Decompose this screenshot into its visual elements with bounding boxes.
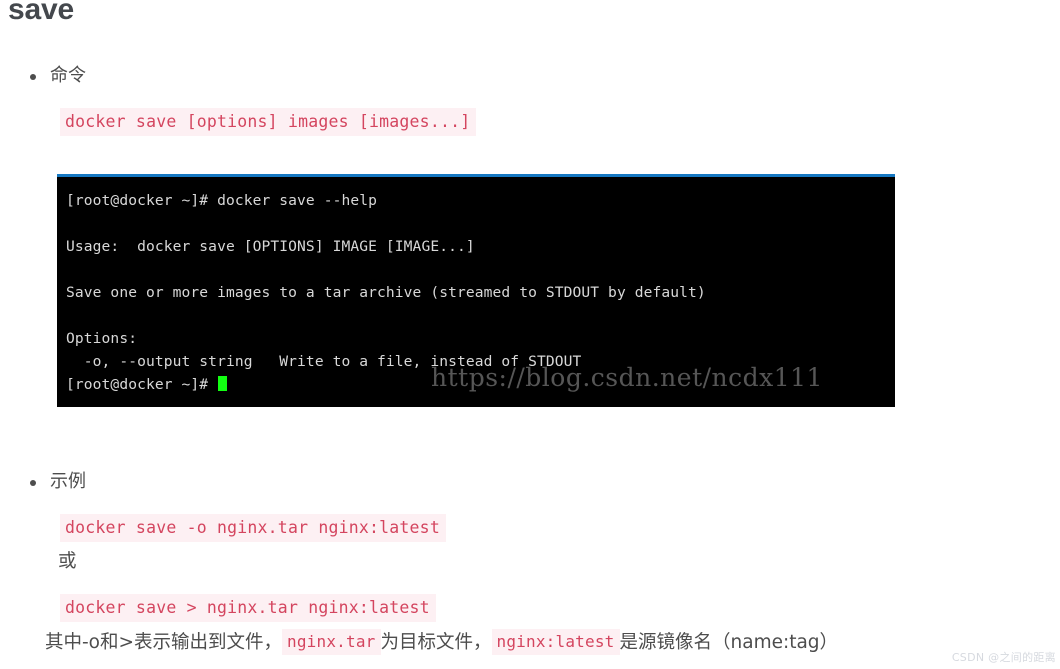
- inline-code-target-file: nginx.tar: [282, 629, 381, 655]
- terminal-line-prompt-command: [root@docker ~]# docker save --help: [66, 192, 378, 209]
- code-snippet-example-2: docker save > nginx.tar nginx:latest: [60, 594, 436, 622]
- explanation-paragraph: 其中-o和>表示输出到文件， nginx.tar 为目标文件， nginx:lates…: [45, 628, 838, 658]
- code-snippet-command: docker save [options] images [images...]: [60, 108, 477, 136]
- inline-code: docker save [options] images [images...]: [60, 108, 477, 136]
- explanation-text-part-3: 是源镜像名（name:tag）: [619, 632, 839, 653]
- example-separator-text: 或: [58, 551, 77, 572]
- inline-code-source-image: nginx:latest: [491, 629, 620, 655]
- corner-watermark: CSDN @之间的距离: [951, 651, 1056, 664]
- bullet-dot-icon: [30, 74, 36, 80]
- bullet-dot-icon: [30, 480, 36, 486]
- terminal-line-description: Save one or more images to a tar archive…: [66, 284, 706, 301]
- explanation-text-part-1: 其中-o和>表示输出到文件，: [45, 632, 282, 653]
- terminal-line-options-header: Options:: [66, 330, 138, 347]
- terminal-screenshot: [root@docker ~]# docker save --help Usag…: [57, 174, 895, 407]
- list-item-label: 命令: [50, 65, 86, 86]
- page-title: save: [8, 0, 74, 26]
- terminal-body: [root@docker ~]# docker save --help Usag…: [57, 177, 895, 407]
- inline-code: docker save -o nginx.tar nginx:latest: [60, 514, 446, 542]
- explanation-text-part-2: 为目标文件，: [380, 632, 492, 653]
- list-item-label: 示例: [50, 471, 86, 492]
- list-item-example: 示例: [30, 470, 86, 494]
- terminal-line-prompt-idle: [root@docker ~]#: [66, 373, 895, 396]
- page-root: { "page": { "title": "save", "background…: [0, 0, 1060, 669]
- terminal-line-usage: Usage: docker save [OPTIONS] IMAGE [IMAG…: [66, 238, 475, 255]
- list-item-command: 命令: [30, 64, 86, 88]
- code-snippet-example-1: docker save -o nginx.tar nginx:latest: [60, 514, 446, 542]
- terminal-prompt-text: [root@docker ~]#: [66, 376, 218, 393]
- inline-code: docker save > nginx.tar nginx:latest: [60, 594, 436, 622]
- terminal-cursor: [218, 376, 228, 391]
- terminal-line-option-output: -o, --output string Write to a file, ins…: [66, 353, 582, 370]
